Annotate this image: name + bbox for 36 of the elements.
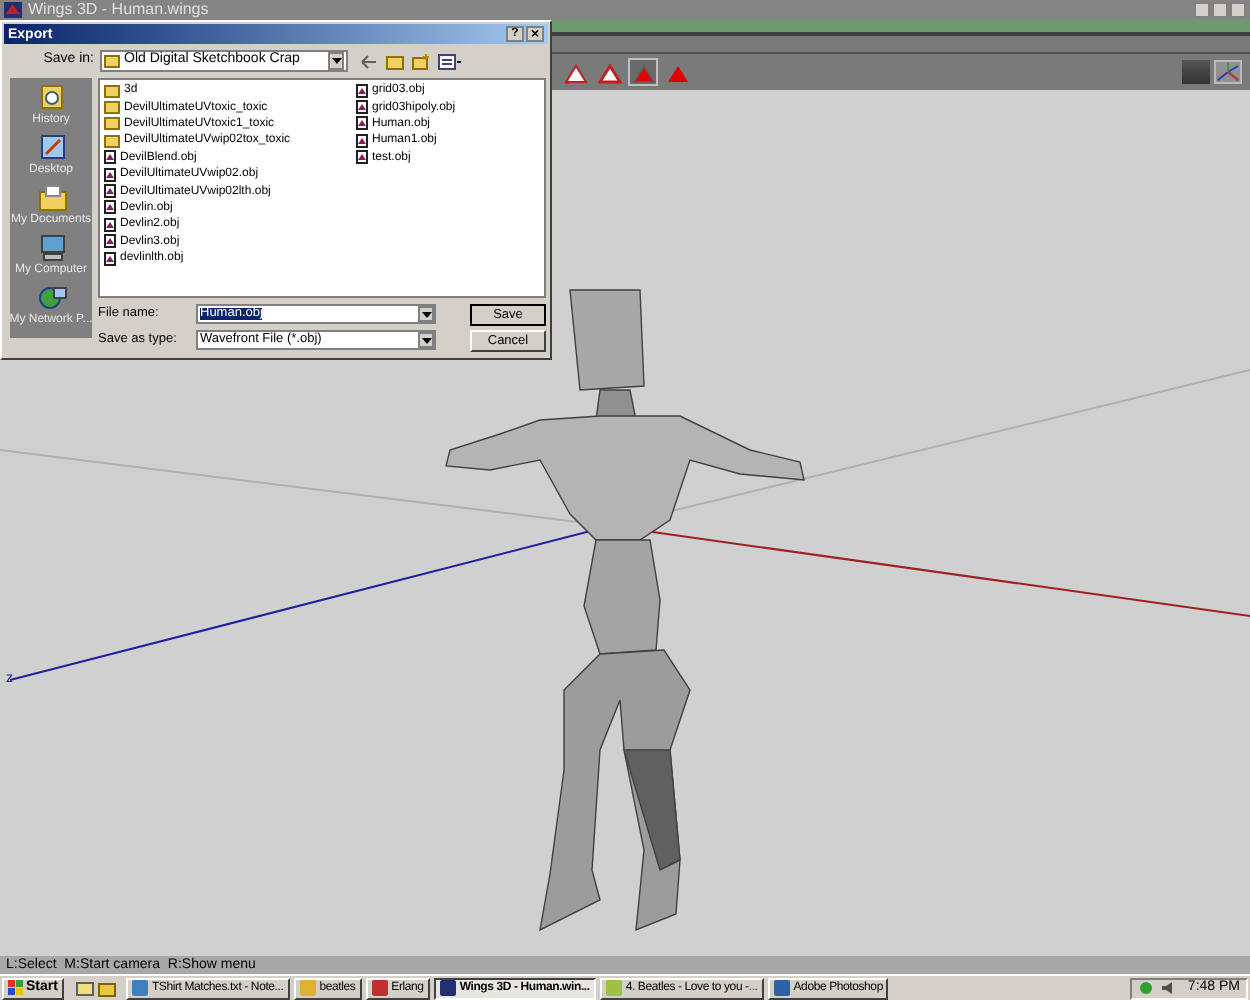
speaker-icon[interactable]: [1159, 980, 1176, 996]
selection-mode-button[interactable]: [628, 58, 658, 86]
tray-icon[interactable]: [1137, 980, 1154, 996]
history-icon: [35, 82, 67, 114]
documents-folder-icon: [35, 182, 67, 214]
new-folder-icon[interactable]: [412, 53, 430, 69]
desktop-icon[interactable]: [75, 979, 94, 997]
vertex-mode-icon: [563, 61, 587, 83]
window-title: Wings 3D - Human.wings: [28, 2, 209, 18]
app-icon: [299, 980, 316, 996]
app-icon: [4, 2, 22, 18]
desktop-icon: [35, 132, 67, 164]
minimize-button[interactable]: [1194, 2, 1210, 18]
windows-logo-icon: [8, 980, 24, 996]
face-mode-icon: [631, 61, 655, 83]
app-icon: [773, 980, 790, 996]
app-icon: [605, 980, 622, 996]
close-button[interactable]: [1230, 2, 1246, 18]
computer-icon: [35, 232, 67, 264]
view-menu-icon[interactable]: [438, 53, 462, 69]
up-folder-icon[interactable]: [386, 53, 404, 69]
body-mode-icon: [665, 61, 689, 83]
maximize-button[interactable]: [1212, 2, 1228, 18]
back-icon[interactable]: [360, 53, 378, 69]
dropdown-arrow-icon: [418, 306, 434, 322]
selection-mode-button[interactable]: [594, 58, 624, 86]
network-icon: [35, 282, 67, 314]
app-icon: [131, 980, 148, 996]
dropdown-arrow-icon: [418, 332, 434, 348]
dropdown-arrow-icon: [328, 52, 344, 70]
axes-button[interactable]: [1214, 60, 1242, 84]
app-icon: [371, 980, 388, 996]
axes-icon: [1216, 62, 1240, 82]
folder-icon[interactable]: [97, 979, 116, 997]
edge-mode-icon: [597, 61, 621, 83]
app-icon: [439, 980, 456, 996]
